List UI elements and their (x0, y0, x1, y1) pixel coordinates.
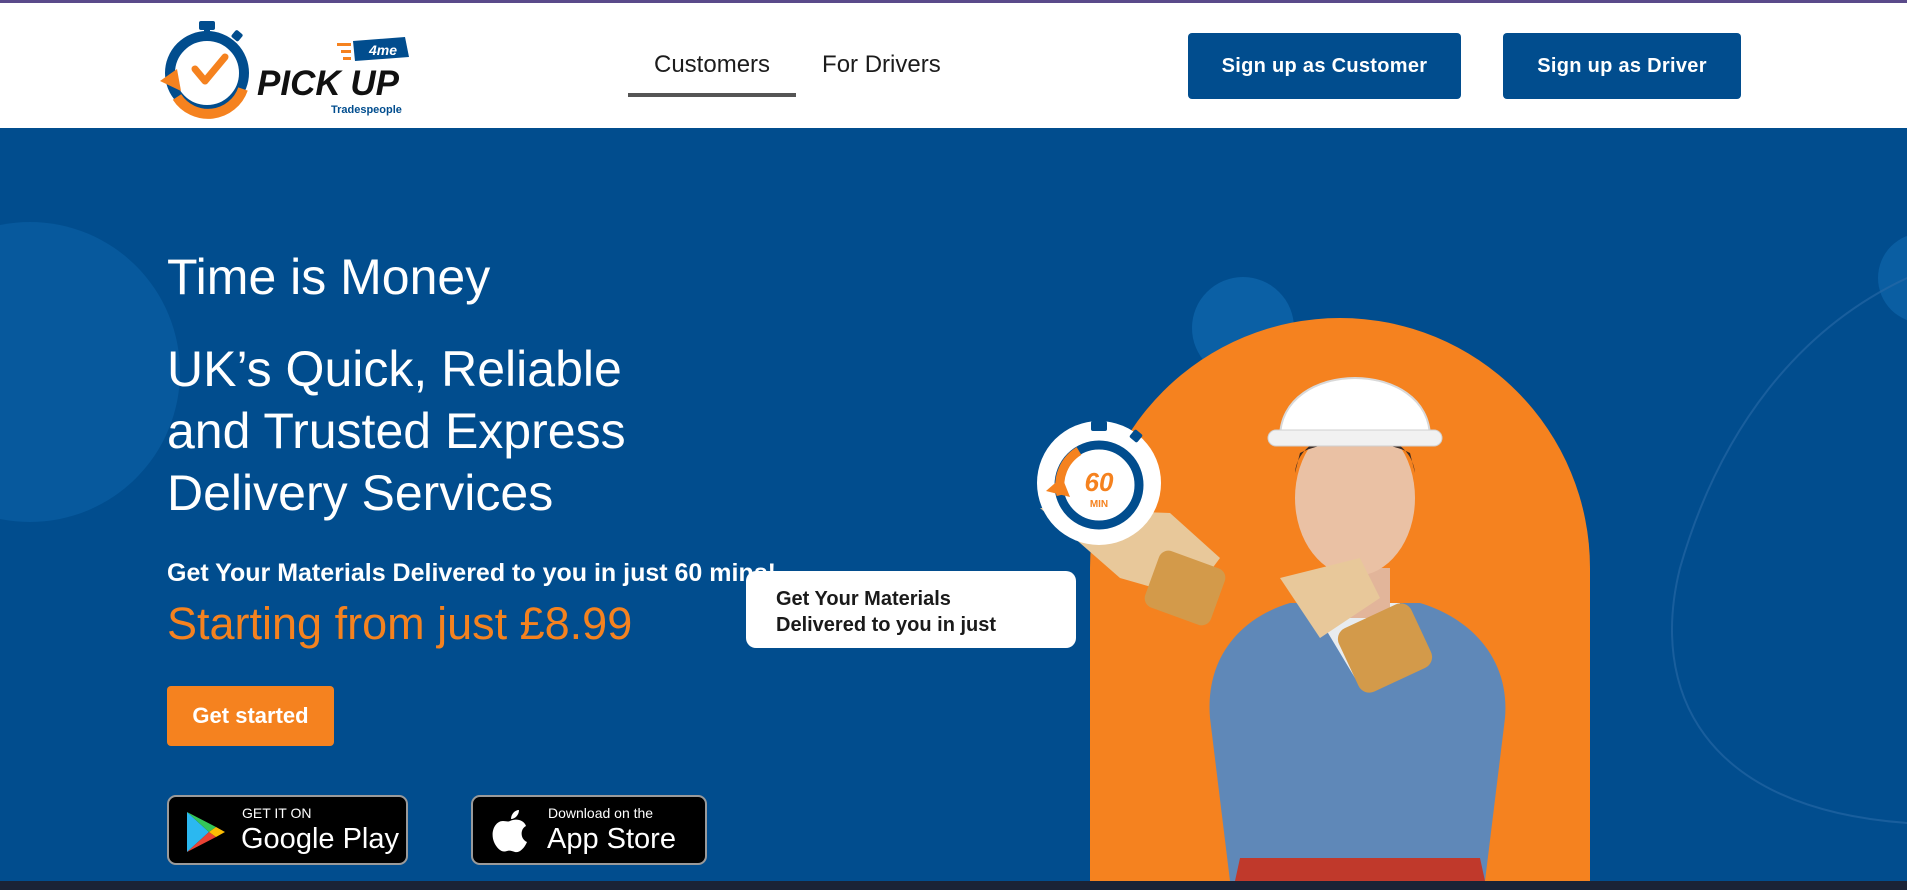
apple-icon (492, 810, 527, 853)
svg-text:60: 60 (1085, 467, 1114, 497)
svg-text:4me: 4me (368, 42, 397, 58)
brand-sub: Tradespeople (331, 104, 402, 116)
brand-logo[interactable]: 4me PICK UP Tradespeople (155, 17, 415, 121)
badge-text: Get Your Materials Delivered to you in j… (776, 588, 997, 636)
stopwatch-icon: 60 MIN (1037, 421, 1161, 545)
main-nav: Customers For Drivers (628, 33, 967, 97)
google-play-icon (187, 812, 225, 852)
google-play-badge[interactable]: GET IT ON Google Play (167, 795, 408, 865)
delivery-badge: Get Your Materials Delivered to you in j… (746, 571, 1076, 648)
bottom-strip (0, 881, 1907, 890)
stopwatch-logo-icon (160, 21, 249, 119)
hero-headline: UK’s Quick, Reliable and Trusted Express… (167, 341, 626, 521)
signup-customer-button[interactable]: Sign up as Customer (1188, 33, 1461, 99)
brand-tag: 4me (337, 37, 409, 61)
app-store-badge[interactable]: Download on the App Store (471, 795, 707, 865)
hero-kicker: Time is Money (167, 249, 491, 305)
decorative-curve (1671, 277, 1907, 824)
nav-tab-customers[interactable]: Customers (628, 33, 797, 97)
hero-subheading: Get Your Materials Delivered to you in j… (167, 559, 776, 587)
svg-text:MIN: MIN (1090, 499, 1108, 510)
hero-illustration (1040, 318, 1590, 881)
signup-driver-button[interactable]: Sign up as Driver (1503, 33, 1741, 99)
decorative-circle-left (0, 222, 180, 522)
site-header: 4me PICK UP Tradespeople Customers For D… (0, 3, 1907, 128)
brand-name: PICK UP (257, 64, 400, 103)
nav-tab-drivers[interactable]: For Drivers (796, 33, 967, 97)
hero-section: Get Your Materials Delivered to you in j… (0, 128, 1907, 881)
get-started-button[interactable]: Get started (167, 686, 334, 746)
hero-price: Starting from just £8.99 (167, 598, 633, 649)
